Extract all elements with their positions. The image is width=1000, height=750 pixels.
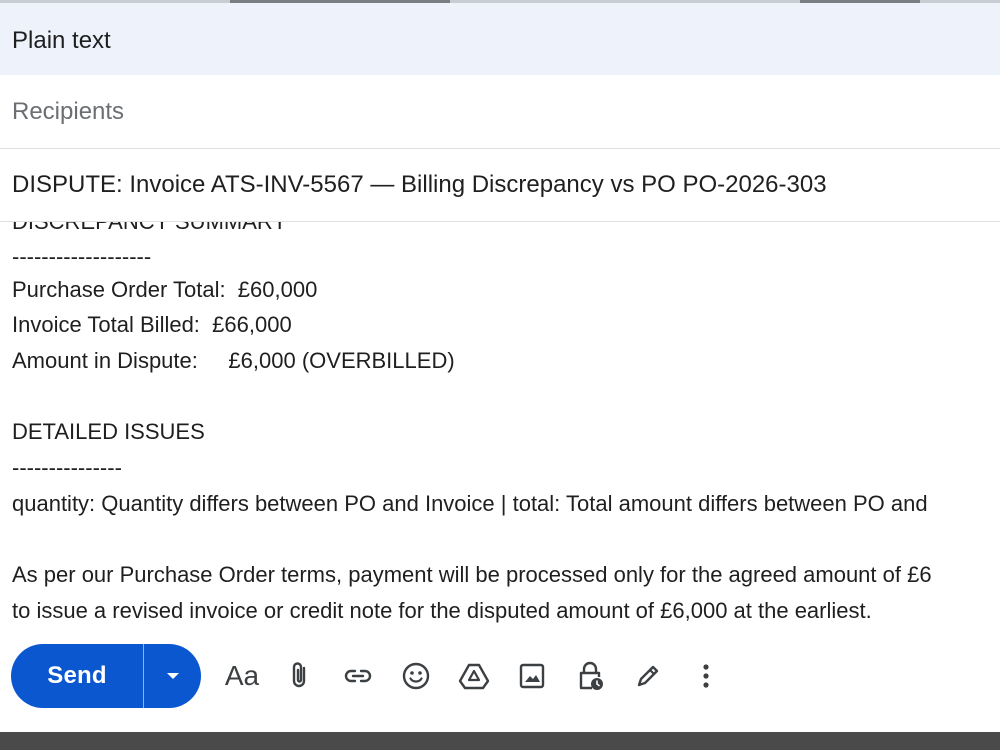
dropdown-arrow-icon: [166, 673, 179, 679]
body-line: Purchase Order Total: £60,000: [12, 277, 318, 302]
compose-toolbar: Send Aa: [0, 634, 1000, 732]
compose-mode-title: Plain text: [12, 27, 111, 54]
body-line: Invoice Total Billed: £66,000: [12, 312, 292, 337]
attach-files-button[interactable]: [278, 654, 322, 698]
body-line: DISCREPANCY SUMMARY: [12, 222, 287, 235]
formatting-tools: Aa: [218, 654, 742, 698]
insert-photo-button[interactable]: [510, 654, 554, 698]
photo-icon: [519, 663, 545, 689]
subject-field[interactable]: DISPUTE: Invoice ATS-INV-5567 — Billing …: [0, 149, 1000, 222]
insert-emoji-button[interactable]: [394, 654, 438, 698]
body-line: Amount in Dispute: £6,000 (OVERBILLED): [12, 348, 455, 373]
compose-header: Plain text: [0, 3, 1000, 75]
send-button-group: Send: [11, 644, 201, 708]
attach-icon: [292, 662, 306, 688]
more-options-button[interactable]: [684, 654, 728, 698]
emoji-icon: [402, 662, 430, 690]
link-icon: [344, 669, 372, 683]
confidential-mode-button[interactable]: [568, 654, 612, 698]
subject-value: DISPUTE: Invoice ATS-INV-5567 — Billing …: [12, 171, 827, 198]
insert-drive-file-button[interactable]: [452, 654, 496, 698]
body-line: As per our Purchase Order terms, payment…: [12, 562, 932, 587]
signature-pen-icon: [637, 665, 659, 687]
body-line: quantity: Quantity differs between PO an…: [12, 491, 928, 516]
formatting-options-button[interactable]: Aa: [218, 654, 266, 698]
insert-signature-button[interactable]: [626, 654, 670, 698]
confidential-lock-icon: [579, 661, 603, 690]
more-options-icon: [703, 664, 709, 688]
insert-link-button[interactable]: [336, 654, 380, 698]
body-line: ---------------: [12, 455, 122, 480]
schedule-send-dropdown[interactable]: [144, 644, 201, 708]
drive-icon: [458, 663, 490, 690]
send-button[interactable]: Send: [11, 662, 143, 690]
recipients-placeholder: Recipients: [12, 98, 125, 125]
recipients-field[interactable]: Recipients: [0, 76, 1000, 149]
message-body[interactable]: DISCREPANCY SUMMARY ------------------- …: [0, 222, 1000, 634]
body-line: to issue a revised invoice or credit not…: [12, 598, 872, 623]
body-line: DETAILED ISSUES: [12, 419, 205, 444]
body-line: -------------------: [12, 244, 152, 269]
window-bottom-edge: [0, 732, 1000, 750]
